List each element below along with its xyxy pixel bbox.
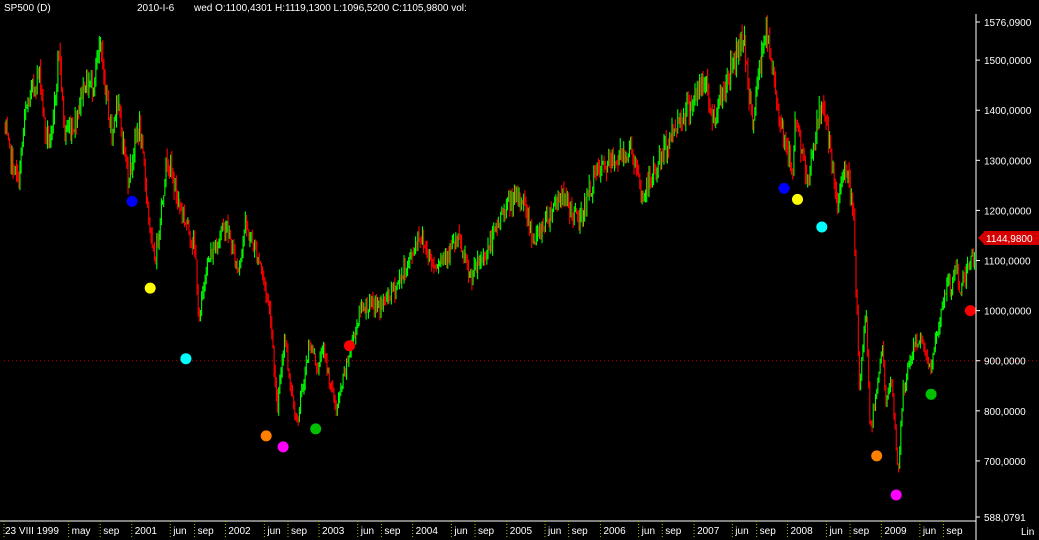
x-tick-label: sep <box>478 526 495 537</box>
x-tick-label: jun <box>922 526 936 537</box>
x-tick-label: 2005 <box>510 526 533 537</box>
last-price-pointer <box>978 231 984 244</box>
x-tick-label: jun <box>641 526 655 537</box>
y-tick-label: 1576,0900 <box>984 18 1032 29</box>
x-tick-label: 2007 <box>697 526 720 537</box>
x-tick-label: sep <box>291 526 308 537</box>
x-tick-label: sep <box>384 526 401 537</box>
y-tick-label: 1300,0000 <box>984 156 1032 167</box>
signal-marker <box>126 195 138 207</box>
signal-marker <box>816 221 828 233</box>
signal-marker <box>890 489 902 501</box>
y-tick-label: 1200,0000 <box>984 206 1032 217</box>
signal-marker <box>180 353 192 365</box>
price-chart[interactable]: 1576,0900 1500,0000 1400,0000 1300,0000 1200… <box>0 0 1039 540</box>
x-tick-label: 2002 <box>228 526 251 537</box>
signal-marker <box>310 423 322 435</box>
x-tick-label: sep <box>198 526 215 537</box>
x-tick-label: sep <box>760 526 777 537</box>
y-tick-label: 1400,0000 <box>984 106 1032 117</box>
x-tick-label: 23 VIII 1999 <box>5 526 59 537</box>
x-tick-label: 2009 <box>884 526 907 537</box>
x-tick-label: jun <box>360 526 374 537</box>
y-tick-label: 900,0000 <box>984 357 1026 368</box>
y-tick-label: 1500,0000 <box>984 56 1032 67</box>
signal-marker <box>964 305 976 317</box>
x-tick-label: may <box>72 526 91 537</box>
x-tick-label: sep <box>853 526 870 537</box>
x-tick-label: jun <box>266 526 280 537</box>
y-tick-label: 588,0791 <box>984 513 1026 524</box>
y-tick-label: 700,0000 <box>984 457 1026 468</box>
signal-marker <box>778 182 790 194</box>
x-tick-label: sep <box>946 526 963 537</box>
signal-marker <box>344 340 355 352</box>
x-tick-label: 2001 <box>135 526 158 537</box>
last-price-label: 1144,9800 <box>986 234 1033 245</box>
scale-label: Lin <box>1021 527 1034 538</box>
x-tick-label: jun <box>172 526 186 537</box>
x-tick-label: sep <box>572 526 589 537</box>
x-tick-label: 2004 <box>416 526 439 537</box>
x-tick-label: 2008 <box>790 526 813 537</box>
x-tick-label: sep <box>103 526 120 537</box>
signal-marker <box>144 282 156 294</box>
y-tick-label: 1100,0000 <box>984 257 1031 268</box>
x-tick-label: jun <box>547 526 561 537</box>
x-tick-label: 2003 <box>322 526 345 537</box>
signal-marker <box>792 193 803 205</box>
signal-marker <box>277 441 289 453</box>
price-bars-layer <box>4 15 976 473</box>
signal-marker <box>260 430 272 442</box>
axes-layer: 1576,0900 1500,0000 1400,0000 1300,0000 1200… <box>0 14 1039 540</box>
x-tick-label: sep <box>665 526 682 537</box>
x-tick-label: jun <box>734 526 748 537</box>
x-tick-label: jun <box>828 526 842 537</box>
x-tick-label: jun <box>453 526 467 537</box>
y-tick-label: 1000,0000 <box>984 307 1032 318</box>
x-tick-label: 2006 <box>603 526 626 537</box>
signal-marker <box>925 388 937 400</box>
y-tick-label: 800,0000 <box>984 407 1026 418</box>
signal-marker <box>871 450 883 462</box>
signal-markers-layer <box>126 182 976 501</box>
